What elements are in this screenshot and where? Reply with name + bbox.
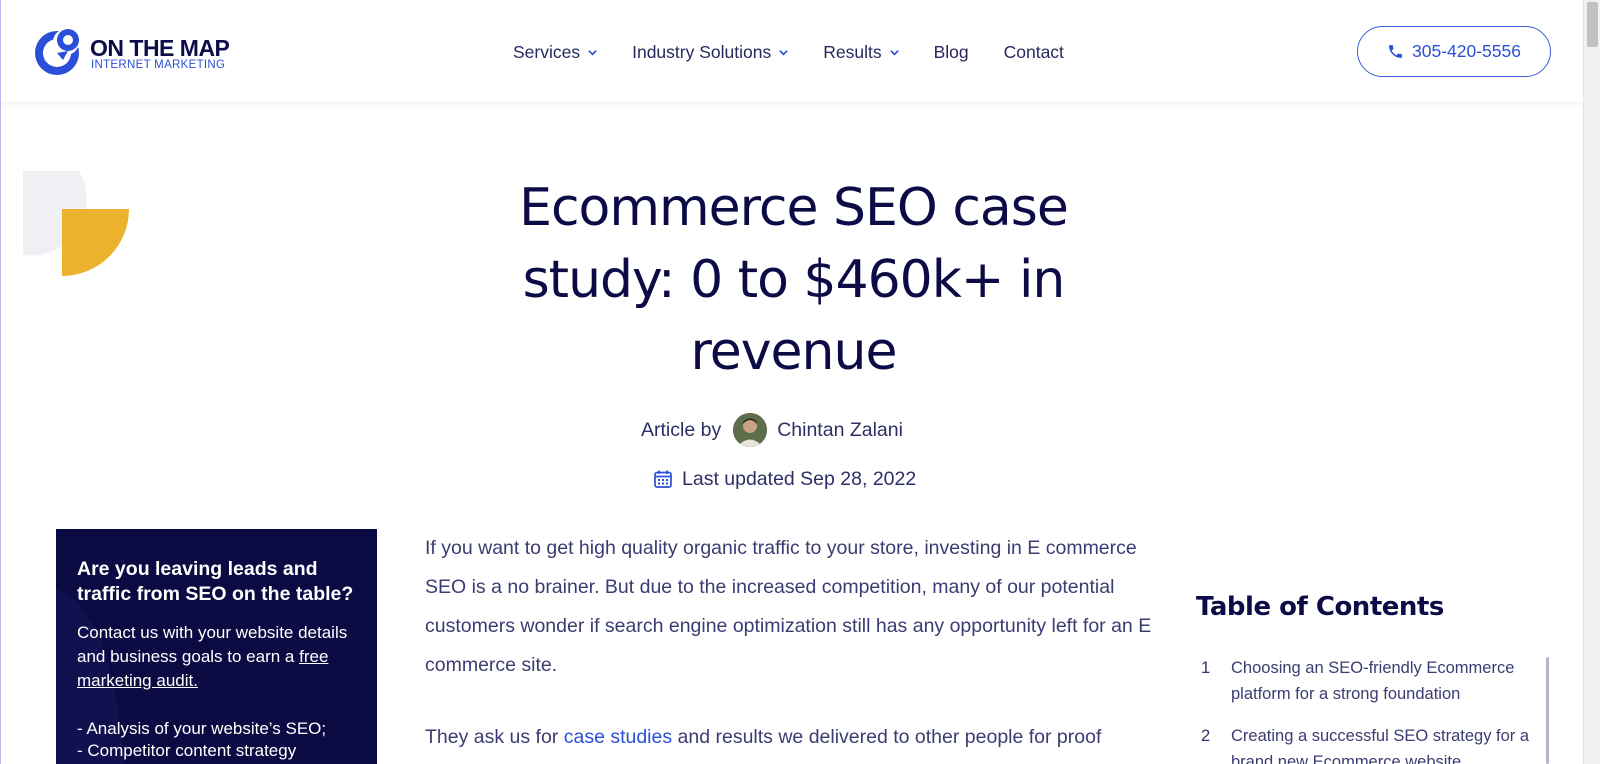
nav-label: Contact: [1003, 41, 1064, 62]
case-studies-link[interactable]: case studies: [564, 726, 672, 748]
cta-list-item: - Competitor content strategy: [77, 741, 297, 760]
article-title: Ecommerce SEO case study: 0 to $460k+ in…: [519, 178, 1069, 382]
phone-icon: [1389, 45, 1402, 58]
toc-scroll-indicator[interactable]: [1546, 657, 1549, 764]
calendar-icon: [654, 470, 672, 488]
phone-button[interactable]: 305-420-5556: [1357, 26, 1551, 77]
nav-item-results[interactable]: Results: [823, 42, 899, 63]
nav-item-contact[interactable]: Contact: [1004, 42, 1064, 63]
site-header: ON THE MAP INTERNET MARKETING Services I…: [1, 0, 1584, 103]
nav-label: Blog: [933, 41, 969, 62]
phone-number: 305-420-5556: [1412, 41, 1521, 61]
chevron-down-icon: [889, 49, 899, 56]
logo-icon: [35, 29, 79, 75]
article-paragraph: They ask us for case studies and results…: [425, 718, 1155, 757]
site-logo[interactable]: ON THE MAP INTERNET MARKETING: [33, 25, 233, 79]
nav-item-blog[interactable]: Blog: [934, 42, 969, 63]
decorative-shapes: [23, 171, 129, 276]
paragraph-text: They ask us for: [425, 726, 564, 748]
article-body: If you want to get high quality organic …: [425, 529, 1155, 764]
toc-list: 1 Choosing an SEO-friendly Ecommerce pla…: [1201, 655, 1549, 764]
cta-list-item: - Analysis of your website’s SEO;: [77, 719, 327, 738]
toc-item[interactable]: 2 Creating a successful SEO strategy for…: [1201, 723, 1549, 764]
cta-text: Contact us with your website details and…: [77, 621, 357, 693]
toc-label: Choosing an SEO-friendly Ecommerce platf…: [1231, 659, 1515, 703]
audit-cta-box: Are you leaving leads and traffic from S…: [56, 529, 377, 764]
article-paragraph: If you want to get high quality organic …: [425, 537, 1152, 676]
byline-prefix: Article by: [641, 418, 722, 441]
nav-label: Services: [513, 41, 581, 62]
author-avatar[interactable]: [733, 413, 768, 447]
page: ON THE MAP INTERNET MARKETING Services I…: [0, 0, 1584, 764]
logo-subtitle: INTERNET MARKETING: [91, 59, 226, 71]
paragraph-text: and results we delivered to other people…: [672, 726, 1102, 748]
page-scrollbar[interactable]: [1583, 0, 1600, 764]
last-updated: Last updated Sep 28, 2022: [653, 466, 916, 492]
nav-item-services[interactable]: Services: [513, 42, 598, 63]
updated-date: Last updated Sep 28, 2022: [682, 467, 917, 490]
toc-label: Creating a successful SEO strategy for a…: [1231, 727, 1530, 764]
author-name[interactable]: Chintan Zalani: [777, 419, 903, 442]
nav-label: Industry Solutions: [632, 41, 772, 62]
logo-title: ON THE MAP: [90, 35, 230, 61]
scrollbar-thumb[interactable]: [1587, 2, 1598, 47]
toc-title: Table of Contents: [1196, 592, 1444, 622]
cta-list: - Analysis of your website’s SEO; - Comp…: [77, 718, 357, 762]
toc-item[interactable]: 1 Choosing an SEO-friendly Ecommerce pla…: [1201, 655, 1549, 707]
nav-item-industry-solutions[interactable]: Industry Solutions: [632, 42, 789, 63]
toc-number: 2: [1201, 727, 1211, 745]
chevron-down-icon: [588, 49, 597, 56]
cta-heading: Are you leaving leads and traffic from S…: [77, 558, 354, 605]
toc-number: 1: [1201, 659, 1211, 677]
nav-label: Results: [823, 41, 882, 62]
main-nav: Services Industry Solutions Results Blog…: [513, 40, 1099, 64]
byline: Article by Chintan Zalani: [641, 411, 903, 449]
chevron-down-icon: [779, 49, 788, 56]
